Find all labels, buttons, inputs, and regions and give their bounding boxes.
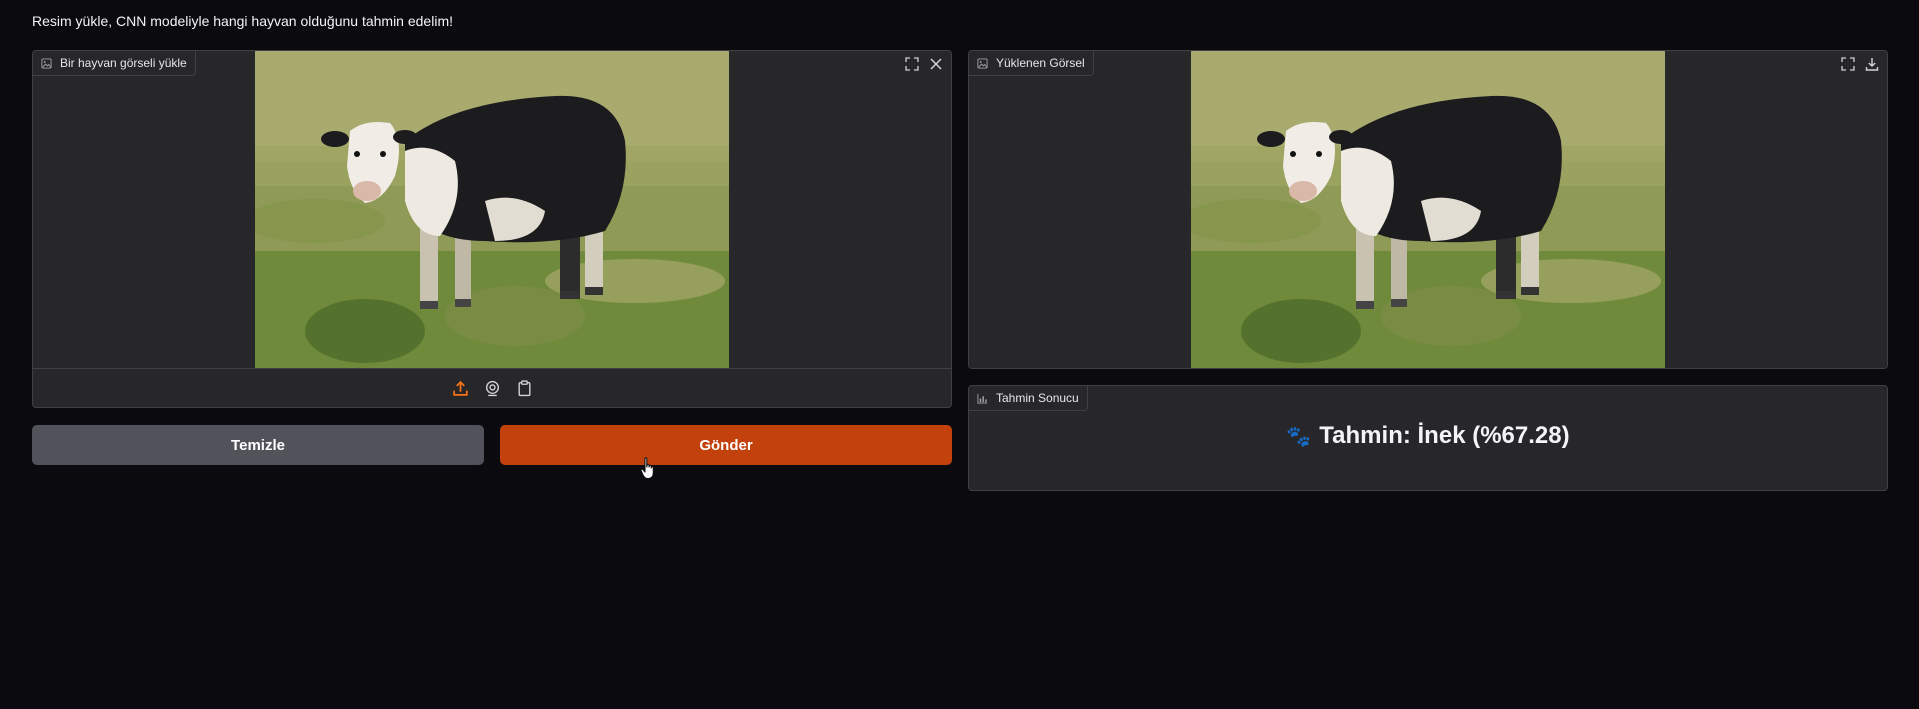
clear-button[interactable]: Temizle	[32, 425, 484, 465]
clipboard-icon[interactable]	[513, 377, 535, 399]
image-input-corner-buttons	[901, 53, 947, 75]
output-image-label: Yüklenen Görsel	[969, 51, 1094, 76]
image-icon	[977, 57, 988, 69]
webcam-icon[interactable]	[481, 377, 503, 399]
image-input-panel[interactable]: Bir hayvan görseli yükle	[32, 50, 952, 408]
output-image-panel: Yüklenen Görsel	[968, 50, 1888, 369]
image-source-toolbar	[33, 368, 951, 407]
output-image-label-text: Yüklenen Görsel	[996, 56, 1085, 70]
fullscreen-icon[interactable]	[1837, 53, 1859, 75]
prediction-result-label-text: Tahmin Sonucu	[996, 391, 1079, 405]
image-input-label-text: Bir hayvan görseli yükle	[60, 56, 187, 70]
app-description: Resim yükle, CNN modeliyle hangi hayvan …	[32, 13, 453, 29]
upload-icon[interactable]	[449, 377, 471, 399]
paw-icon: 🐾	[1286, 425, 1312, 448]
prediction-result: 🐾 Tahmin: İnek (%67.28)	[969, 422, 1887, 450]
image-input-label: Bir hayvan görseli yükle	[33, 51, 196, 76]
bar-chart-icon	[977, 393, 988, 404]
uploaded-cow-image	[255, 51, 729, 368]
output-image-corner-buttons	[1837, 53, 1883, 75]
output-image-area	[969, 51, 1887, 368]
close-icon[interactable]	[925, 53, 947, 75]
fullscreen-icon[interactable]	[901, 53, 923, 75]
prediction-text: Tahmin: İnek (%67.28)	[1319, 422, 1570, 449]
hand-cursor-icon	[640, 457, 654, 480]
app-root: Resim yükle, CNN modeliyle hangi hayvan …	[0, 0, 1919, 709]
image-preview-area[interactable]	[33, 51, 951, 368]
prediction-result-panel: Tahmin Sonucu 🐾 Tahmin: İnek (%67.28)	[968, 385, 1888, 491]
prediction-result-label: Tahmin Sonucu	[969, 386, 1088, 411]
download-icon[interactable]	[1861, 53, 1883, 75]
submit-button[interactable]: Gönder	[500, 425, 952, 465]
displayed-cow-image	[1191, 51, 1665, 368]
image-icon	[41, 57, 52, 69]
